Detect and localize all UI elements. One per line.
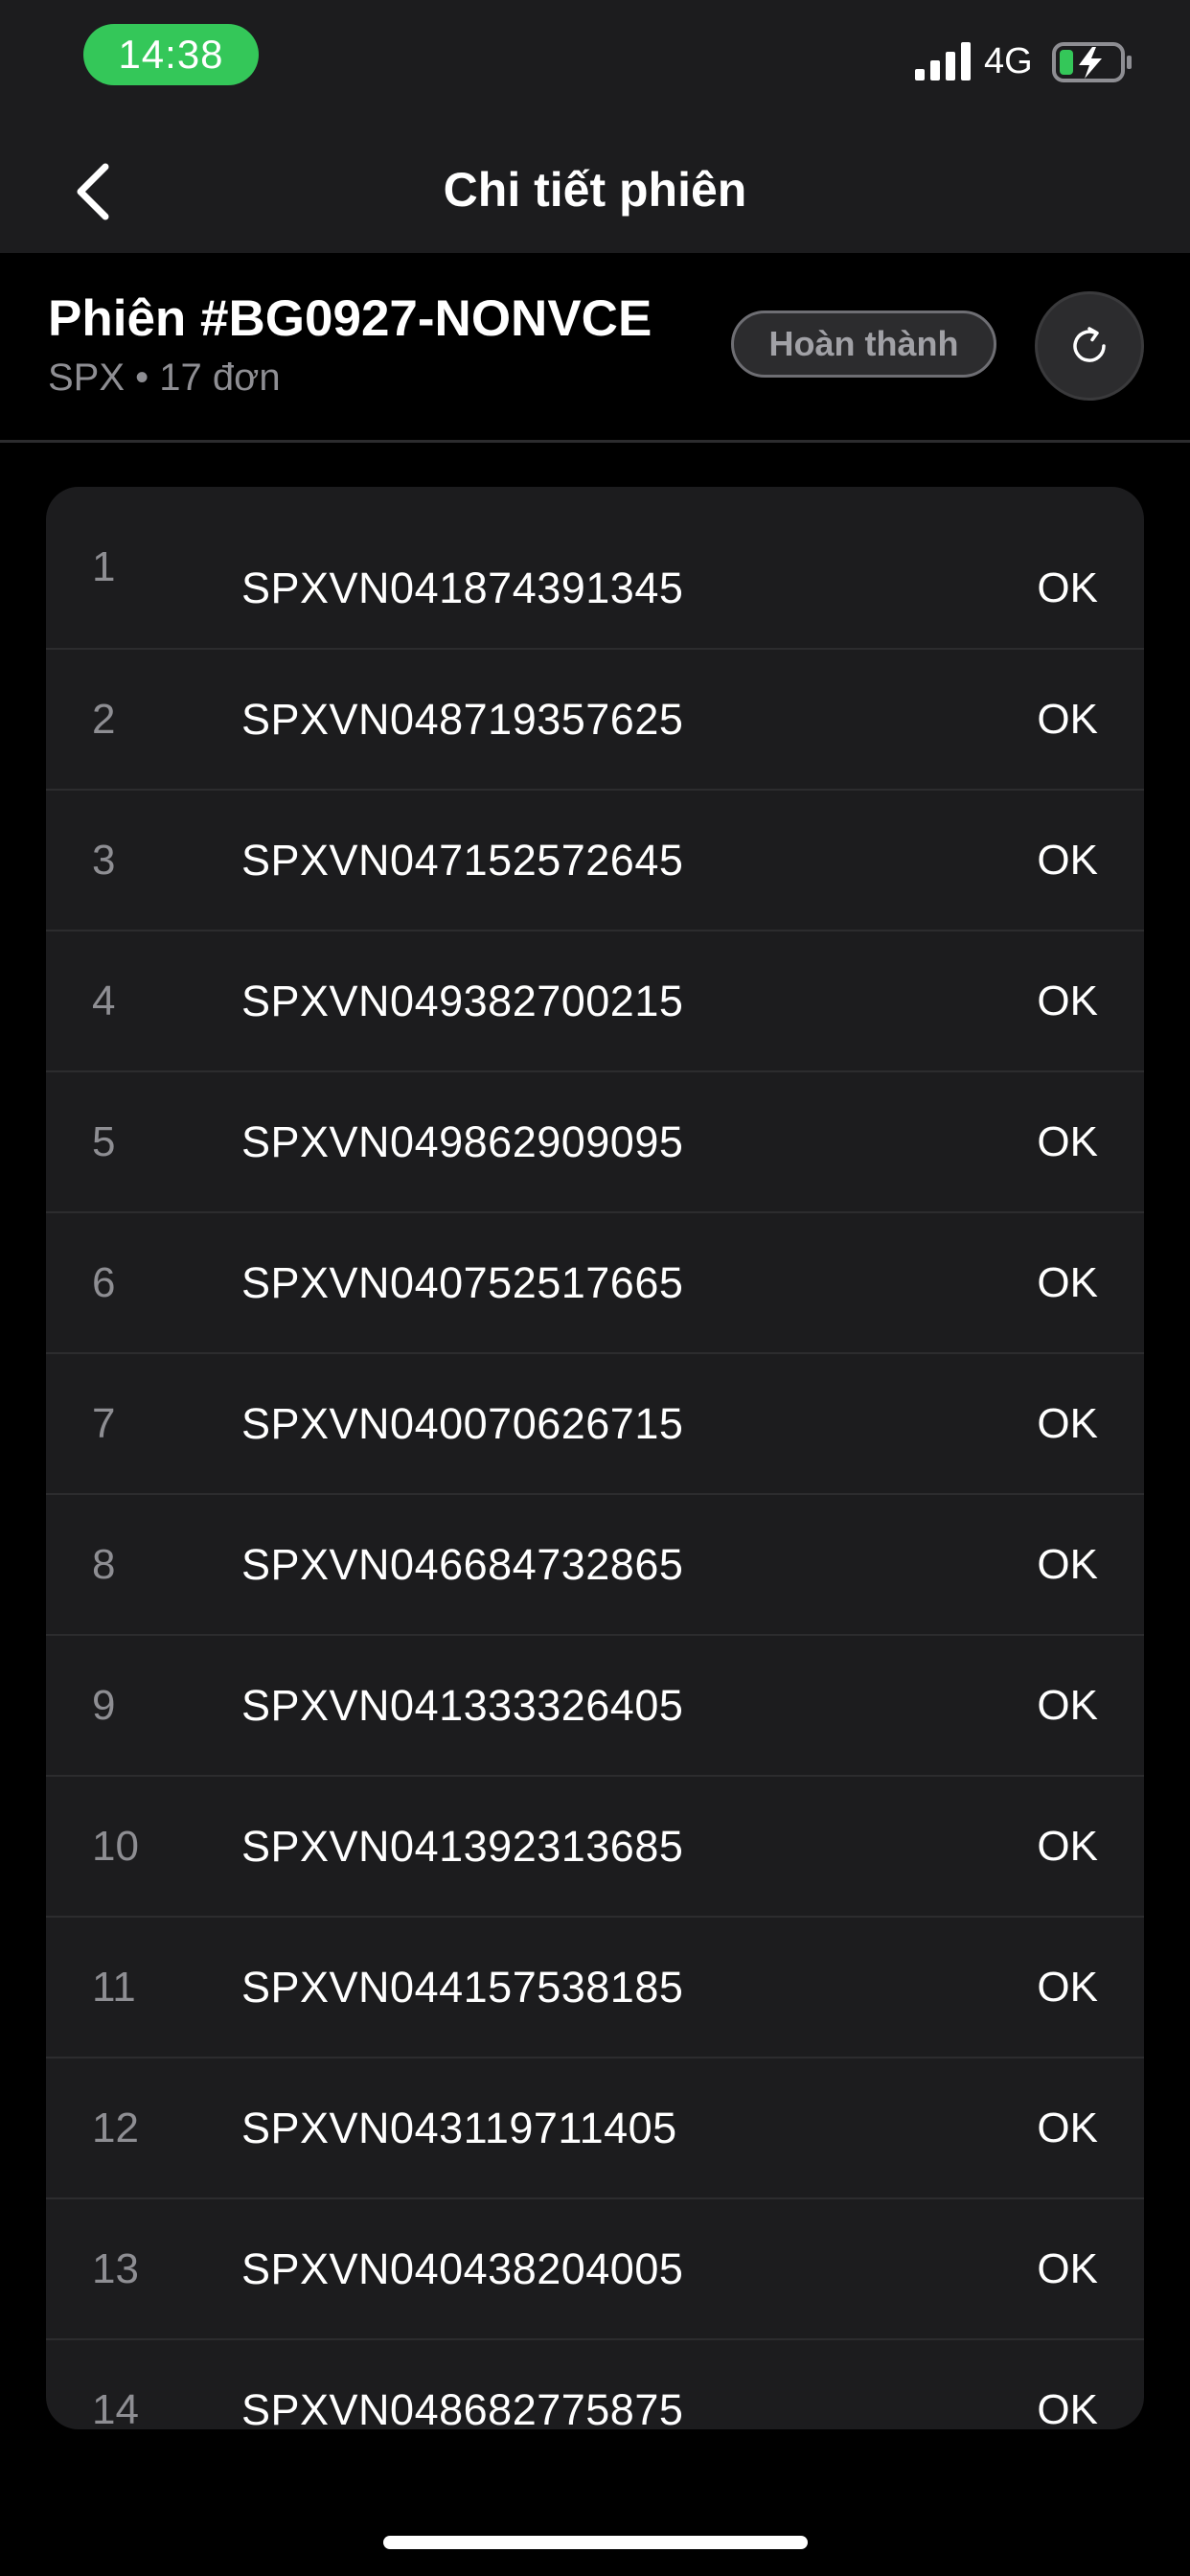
session-header: Phiên #BG0927-NONVCE SPX • 17 đơn Hoàn t…	[0, 253, 1190, 443]
list-item[interactable]: 7 SPXVN040070626715 OK	[46, 1354, 1144, 1495]
order-index: 10	[92, 1822, 139, 1870]
order-code: SPXVN048719357625	[241, 694, 684, 744]
list-item[interactable]: 12 SPXVN043119711405 OK	[46, 2058, 1144, 2199]
order-status: OK	[1037, 2244, 1098, 2292]
order-status: OK	[1037, 564, 1098, 611]
navigation-bar: Chi tiết phiên	[0, 126, 1190, 253]
order-status: OK	[1037, 1681, 1098, 1729]
order-index: 1	[92, 543, 116, 590]
back-button[interactable]	[57, 153, 134, 230]
order-status: OK	[1037, 2385, 1098, 2430]
chevron-left-icon	[77, 163, 109, 220]
order-code: SPXVN040752517665	[241, 1257, 684, 1307]
order-status: OK	[1037, 1399, 1098, 1447]
order-list[interactable]: 1 SPXVN041874391345 OK 2 SPXVN048719357625 OK…	[46, 487, 1144, 2429]
list-item[interactable]: 8 SPXVN046684732865 OK	[46, 1495, 1144, 1636]
list-item[interactable]: 9 SPXVN041333326405 OK	[46, 1636, 1144, 1777]
order-index: 9	[92, 1681, 116, 1729]
refresh-button[interactable]	[1035, 291, 1144, 401]
order-code: SPXVN041392313685	[241, 1821, 684, 1871]
session-title: Phiên #BG0927-NONVCE	[48, 290, 652, 347]
order-code: SPXVN049862909095	[241, 1116, 684, 1166]
order-index: 8	[92, 1540, 116, 1588]
order-code: SPXVN041333326405	[241, 1680, 684, 1730]
list-item[interactable]: 1 SPXVN041874391345 OK	[46, 487, 1144, 650]
page-title: Chi tiết phiên	[443, 163, 747, 217]
order-code: SPXVN040438204005	[241, 2243, 684, 2293]
order-index: 3	[92, 836, 116, 884]
order-index: 13	[92, 2244, 139, 2292]
list-item[interactable]: 11 SPXVN044157538185 OK	[46, 1918, 1144, 2058]
order-status: OK	[1037, 695, 1098, 743]
order-index: 7	[92, 1399, 116, 1447]
order-status: OK	[1037, 1822, 1098, 1870]
order-status: OK	[1037, 1963, 1098, 2011]
order-index: 2	[92, 695, 116, 743]
cellular-signal-icon	[915, 42, 971, 80]
order-code: SPXVN040070626715	[241, 1398, 684, 1448]
battery-charging-icon	[1052, 42, 1132, 82]
list-item[interactable]: 6 SPXVN040752517665 OK	[46, 1213, 1144, 1354]
status-time: 14:38	[83, 24, 259, 85]
order-code: SPXVN048682775875	[241, 2384, 684, 2430]
order-index: 14	[92, 2385, 139, 2430]
order-code: SPXVN044157538185	[241, 1962, 684, 2012]
list-item[interactable]: 2 SPXVN048719357625 OK	[46, 650, 1144, 791]
order-index: 12	[92, 2104, 139, 2151]
list-item[interactable]: 13 SPXVN040438204005 OK	[46, 2199, 1144, 2340]
status-bar: 14:38 4G	[0, 0, 1190, 126]
list-item[interactable]: 5 SPXVN049862909095 OK	[46, 1072, 1144, 1213]
list-item[interactable]: 14 SPXVN048682775875 OK	[46, 2340, 1144, 2430]
order-code: SPXVN049382700215	[241, 976, 684, 1025]
order-status: OK	[1037, 977, 1098, 1024]
order-code: SPXVN041874391345	[241, 564, 684, 612]
order-code: SPXVN046684732865	[241, 1539, 684, 1589]
order-status: OK	[1037, 2104, 1098, 2151]
order-index: 11	[92, 1963, 136, 2011]
list-item[interactable]: 4 SPXVN049382700215 OK	[46, 932, 1144, 1072]
session-subtitle: SPX • 17 đơn	[48, 356, 281, 399]
list-item[interactable]: 3 SPXVN047152572645 OK	[46, 791, 1144, 932]
order-code: SPXVN047152572645	[241, 835, 684, 885]
home-indicator[interactable]	[383, 2536, 808, 2549]
status-badge: Hoàn thành	[731, 310, 996, 378]
order-index: 5	[92, 1117, 116, 1165]
network-type: 4G	[984, 41, 1033, 81]
order-status: OK	[1037, 1540, 1098, 1588]
order-index: 4	[92, 977, 116, 1024]
order-index: 6	[92, 1258, 116, 1306]
list-item[interactable]: 10 SPXVN041392313685 OK	[46, 1777, 1144, 1918]
order-status: OK	[1037, 836, 1098, 884]
order-code: SPXVN043119711405	[241, 2103, 677, 2152]
order-status: OK	[1037, 1258, 1098, 1306]
order-status: OK	[1037, 1117, 1098, 1165]
refresh-icon	[1073, 327, 1106, 362]
